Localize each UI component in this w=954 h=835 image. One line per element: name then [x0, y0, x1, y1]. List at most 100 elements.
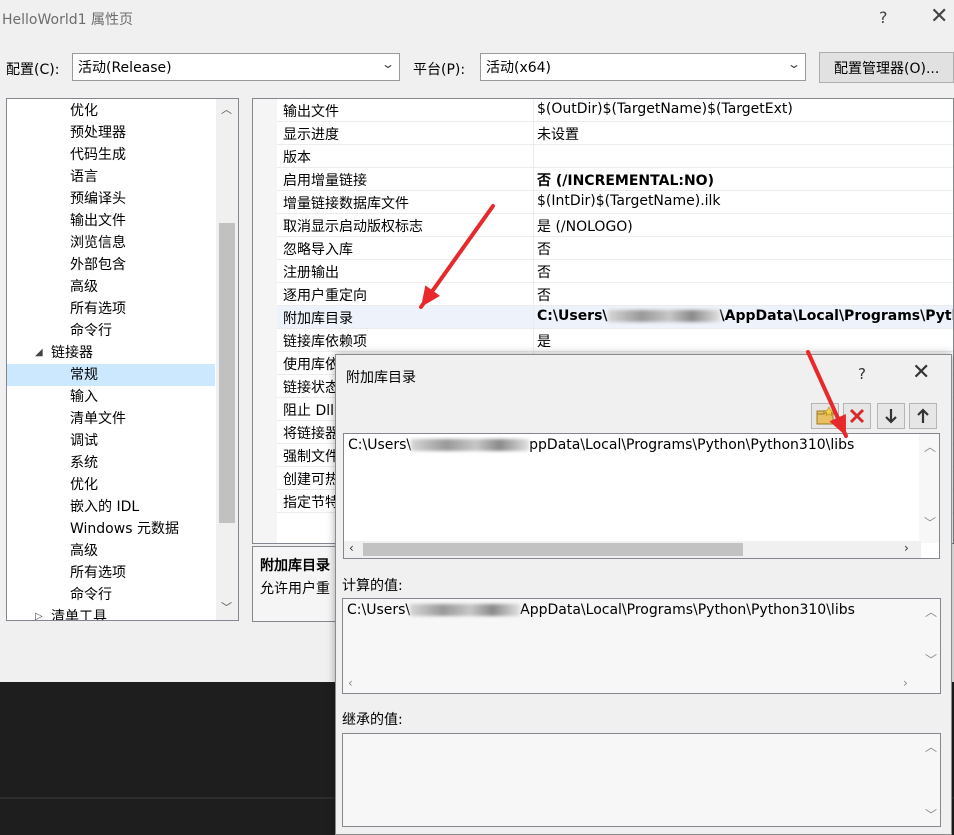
property-name: 忽略导入库: [283, 242, 353, 258]
tree-item-label: 浏览信息: [70, 235, 126, 251]
help-button[interactable]: ?: [879, 8, 888, 27]
new-folder-button[interactable]: [811, 403, 839, 429]
description-text: 允许用户重: [260, 581, 330, 597]
move-down-icon: [885, 409, 897, 424]
scroll-down-icon[interactable]: ﹀: [221, 599, 232, 615]
property-value[interactable]: 是 (/NOLOGO): [537, 216, 633, 236]
tree-item-label: 嵌入的 IDL: [70, 499, 140, 515]
redacted-username: [607, 310, 720, 322]
delete-button[interactable]: [843, 403, 871, 429]
expanded-icon[interactable]: ◢: [35, 342, 43, 364]
tree-item-label: 预编译头: [70, 191, 126, 207]
list-vscroll[interactable]: ︿ ﹀: [919, 434, 939, 543]
directory-entry[interactable]: C:\Users\ ppData\Local\Programs\Python\Py…: [348, 437, 854, 453]
move-down-button[interactable]: [877, 403, 905, 429]
description-title: 附加库目录: [260, 558, 330, 574]
property-row[interactable]: 版本: [277, 145, 953, 168]
tree-item-label: 调试: [70, 433, 98, 449]
tree-item-label: 代码生成: [70, 147, 126, 163]
tree-item-label: 命令行: [70, 587, 112, 603]
config-manager-button[interactable]: 配置管理器(O)...: [819, 52, 954, 83]
dialog-close-button[interactable]: ✕: [912, 360, 930, 385]
property-row[interactable]: 逐用户重定向 否: [277, 283, 953, 306]
chevron-down-icon: ⌄: [380, 57, 396, 71]
config-label: 配置(C):: [6, 62, 60, 78]
property-name: 强制文件: [283, 449, 339, 465]
property-value[interactable]: 否 (/INCREMENTAL:NO): [537, 170, 714, 190]
directory-list[interactable]: C:\Users\ ppData\Local\Programs\Python\Py…: [343, 433, 940, 559]
scroll-up-icon[interactable]: ︿: [221, 101, 232, 117]
property-name: 附加库目录: [283, 311, 353, 327]
tree-item-label: 高级: [70, 543, 98, 559]
inherited-vscroll[interactable]: ︿ ﹀: [920, 734, 940, 826]
property-row[interactable]: 显示进度 未设置: [277, 122, 953, 145]
tree-item-label: 命令行: [70, 323, 112, 339]
tree-item-label: 优化: [70, 103, 98, 119]
computed-label: 计算的值:: [342, 578, 403, 594]
property-name: 将链接器: [283, 426, 339, 442]
property-row[interactable]: 链接库依赖项 是: [277, 329, 953, 352]
tree-item-label: 常规: [70, 367, 98, 383]
list-hscroll[interactable]: ‹ ›: [344, 541, 921, 558]
property-name: 使用库依: [283, 357, 339, 373]
property-row[interactable]: 忽略导入库 否: [277, 237, 953, 260]
new-folder-icon: [816, 406, 835, 425]
property-name: 显示进度: [283, 127, 339, 143]
platform-dropdown[interactable]: 活动(x64) ⌄: [480, 53, 806, 81]
category-tree[interactable]: 优化 预处理器 代码生成 语言 预编译头 输出文件 浏览信息 外部包含 高级 所有选项 命令行 ◢ 链接…: [6, 98, 239, 621]
hscroll-thumb[interactable]: [363, 543, 743, 556]
dialog-title: 附加库目录: [346, 370, 416, 386]
tree-item-label: 链接器: [51, 345, 93, 361]
property-name: 创建可热: [283, 472, 339, 488]
tree-item-label: Windows 元数据: [70, 521, 179, 537]
property-name: 注册输出: [283, 265, 339, 281]
property-name: 增量链接数据库文件: [283, 196, 409, 212]
property-row[interactable]: 注册输出 否: [277, 260, 953, 283]
delete-icon: [849, 408, 865, 424]
grid-gutter: [253, 99, 277, 543]
config-dropdown[interactable]: 活动(Release) ⌄: [72, 53, 400, 81]
tree-item-label: 高级: [70, 279, 98, 295]
computed-vscroll[interactable]: ︿ ﹀: [920, 599, 940, 678]
close-button[interactable]: ✕: [930, 4, 948, 29]
property-value[interactable]: 否: [537, 285, 551, 305]
tree-item[interactable]: 常规: [7, 364, 215, 386]
property-row[interactable]: 增量链接数据库文件 $(IntDir)$(TargetName).ilk: [277, 191, 953, 214]
property-row[interactable]: 启用增量链接 否 (/INCREMENTAL:NO): [277, 168, 953, 191]
move-up-icon: [917, 408, 929, 423]
inherited-values: ︿ ﹀: [342, 733, 941, 827]
property-value[interactable]: $(OutDir)$(TargetName)$(TargetExt): [537, 101, 793, 117]
scroll-thumb[interactable]: [219, 223, 235, 523]
tree-item-label: 系统: [70, 455, 98, 471]
property-value[interactable]: 未设置: [537, 124, 579, 144]
tree-item-label: 所有选项: [70, 565, 126, 581]
redacted-username: [410, 604, 521, 616]
property-value[interactable]: 是: [537, 331, 551, 351]
platform-label: 平台(P):: [413, 62, 466, 78]
property-name: 逐用户重定向: [283, 288, 367, 304]
property-value[interactable]: 否: [537, 239, 551, 259]
window-title: HelloWorld1 属性页: [2, 12, 133, 28]
platform-value: 活动(x64): [486, 60, 552, 76]
computed-hscroll[interactable]: ‹ ›: [343, 676, 922, 693]
tree-item-label: 所有选项: [70, 301, 126, 317]
property-value[interactable]: C:\Users\ \AppData\Local\Programs\Pyth: [537, 308, 953, 324]
property-row[interactable]: 取消显示启动版权标志 是 (/NOLOGO): [277, 214, 953, 237]
tree-item-label: 输入: [70, 389, 98, 405]
property-row[interactable]: 输出文件 $(OutDir)$(TargetName)$(TargetExt): [277, 99, 953, 122]
property-name: 指定节特: [283, 495, 339, 511]
property-name: 链接状态: [283, 380, 339, 396]
property-name: 启用增量链接: [283, 173, 367, 189]
additional-library-dirs-dialog: 附加库目录 ? ✕ C:\Users\ ppData\Local\Programs…: [335, 354, 952, 835]
property-value[interactable]: $(IntDir)$(TargetName).ilk: [537, 193, 721, 209]
property-name: 版本: [283, 150, 311, 166]
tree-scrollbar[interactable]: ︿ ﹀: [216, 99, 238, 620]
collapsed-icon[interactable]: ▷: [35, 606, 43, 620]
config-value: 活动(Release): [78, 60, 172, 76]
move-up-button[interactable]: [909, 403, 937, 429]
redacted-username: [411, 439, 530, 451]
dialog-help-button[interactable]: ?: [858, 365, 866, 383]
computed-entry: C:\Users\ AppData\Local\Programs\Python\P…: [347, 602, 855, 618]
property-row[interactable]: 附加库目录 C:\Users\ \AppData\Local\Programs\Py…: [277, 306, 953, 329]
property-value[interactable]: 否: [537, 262, 551, 282]
